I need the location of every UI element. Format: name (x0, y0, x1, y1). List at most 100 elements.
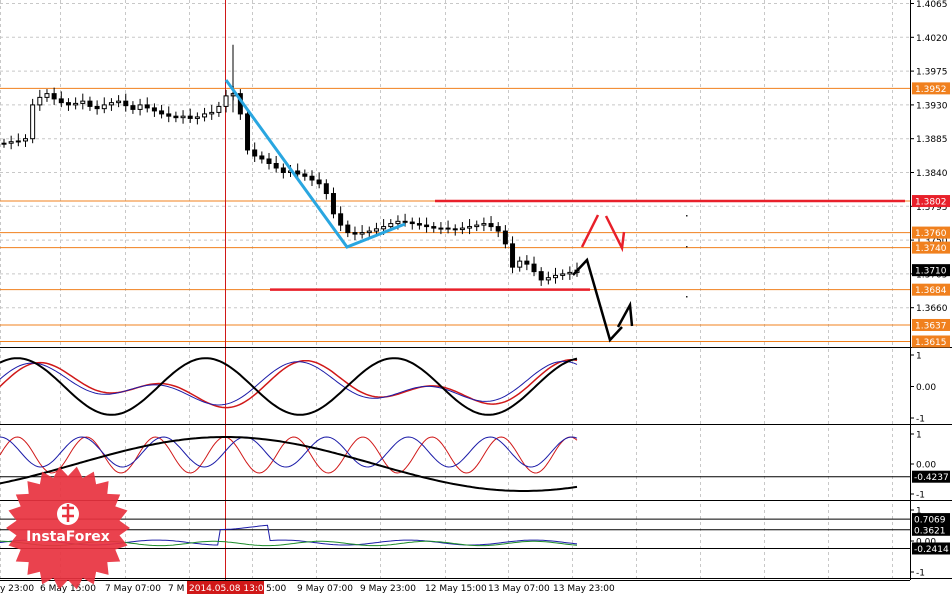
candle-body (323, 183, 329, 195)
candle-body (309, 175, 315, 181)
price-candles (1, 44, 580, 286)
candle-body (159, 110, 165, 115)
marker-dot (686, 246, 688, 248)
time-tick-label: 7 M (168, 584, 184, 594)
candle-body (330, 193, 336, 215)
price-level-tag-text: 1.3952 (915, 85, 947, 95)
candle-body (459, 227, 465, 231)
time-tick-label: 6 May 15:00 (40, 584, 96, 594)
forecast-arrow-head (616, 300, 634, 328)
value-tag-text: -0.4237 (914, 473, 949, 483)
candle-body (553, 274, 559, 279)
candle-body (108, 102, 114, 106)
candle-body (409, 221, 415, 225)
indicator-panel-2: 1 0.00 -1 -0.4237 (0, 431, 950, 501)
candle-body (187, 115, 193, 119)
candle-body (65, 102, 71, 106)
candle-body (87, 100, 93, 107)
oscillator-line-red (0, 359, 578, 409)
candle-body (266, 158, 272, 164)
candle-body (180, 115, 186, 119)
time-tick-label: 5:00 (266, 584, 286, 594)
candle-body (567, 271, 573, 275)
candle-body (452, 228, 458, 231)
candle-body (445, 227, 451, 230)
price-tick-label: 1.3930 (916, 101, 948, 111)
current-price-tag-text: 1.3710 (915, 267, 947, 277)
candle-body (431, 226, 437, 229)
level-tag-text: -0.2414 (914, 545, 949, 555)
forex-chart: 10.00-1 10.00-1-0.4237 10.00-10.70690.36… (0, 0, 952, 594)
correlation-line-blue (0, 436, 578, 468)
candle-body (345, 224, 351, 234)
time-tick-label: 9 May 07:00 (297, 584, 353, 594)
price-tick-label: 1.3660 (916, 304, 948, 314)
candle-body (531, 263, 537, 273)
price-level-tag-text: 1.3760 (915, 229, 947, 239)
candle-body (545, 277, 551, 281)
candle-body (338, 213, 344, 226)
candle-body (495, 226, 501, 232)
crosshair-time-text: 2014.05.08 13:00 (189, 584, 270, 594)
level-tag-text: 0.3621 (914, 526, 946, 536)
candle-body (295, 170, 301, 175)
candle-body (259, 155, 265, 160)
candle-body (30, 104, 36, 140)
candle-body (517, 260, 523, 268)
candle-body (302, 173, 308, 177)
indicator-tick-label: -1 (916, 569, 925, 579)
candle-body (402, 220, 408, 223)
candle-body (424, 224, 430, 228)
candle-body (123, 100, 129, 107)
candle-body (538, 271, 544, 281)
indicator-panel-3: 10.00-10.70690.3621-0.2414 (0, 507, 950, 579)
candle-body (366, 230, 372, 234)
price-level-tag-text: 1.3615 (915, 338, 947, 348)
time-tick-label: 13 May 07:00 (488, 584, 550, 594)
candle-body (373, 228, 379, 232)
marker-dot (686, 296, 688, 298)
price-tick-label: 1.3840 (916, 169, 948, 179)
candle-body (524, 260, 530, 265)
price-tick-label: 1.4065 (916, 0, 948, 10)
candle-body (359, 232, 365, 235)
candle-body (22, 138, 28, 142)
candle-body (194, 116, 200, 119)
forecast-path-black (572, 257, 623, 343)
indicator-tick-label: -1 (916, 415, 925, 425)
alt-path-red (580, 214, 600, 248)
candle-body (58, 98, 64, 104)
candle-body (15, 140, 21, 143)
price-tick-label: 1.4020 (916, 34, 948, 44)
candle-body (316, 179, 322, 185)
candle-body (144, 104, 150, 109)
candle-body (173, 115, 179, 119)
candle-body (388, 223, 394, 228)
candle-body (8, 141, 14, 144)
time-tick-label: 7 May 07:00 (105, 584, 161, 594)
time-tick-label: 12 May 15:00 (425, 584, 487, 594)
candle-body (166, 113, 172, 117)
candle-body (44, 93, 50, 98)
time-tick-label: 13 May 23:00 (553, 584, 615, 594)
candle-body (438, 227, 444, 230)
indicator-tick-label: -1 (916, 491, 925, 501)
indicator-panel-1: 1 0.00 -1 (0, 352, 936, 425)
candle-body (209, 111, 215, 115)
oscillator-line-blue (0, 360, 578, 406)
price-tick-label: 1.3975 (916, 68, 948, 78)
candle-body (94, 105, 100, 110)
candle-body (252, 149, 258, 157)
candle-body (474, 224, 480, 228)
price-level-tag-text: 1.3637 (915, 321, 947, 331)
candle-body (151, 107, 157, 112)
price-tick-label: 1.3885 (916, 135, 948, 145)
alt-arrow-red (604, 215, 626, 253)
candle-body (223, 95, 229, 107)
price-levels (0, 87, 910, 342)
indicator-tick-label: 0.00 (916, 383, 936, 393)
candle-body (137, 104, 143, 110)
candle-body (280, 167, 286, 173)
price-level-tag-text: 1.3802 (915, 198, 947, 208)
candle-body (216, 105, 222, 113)
